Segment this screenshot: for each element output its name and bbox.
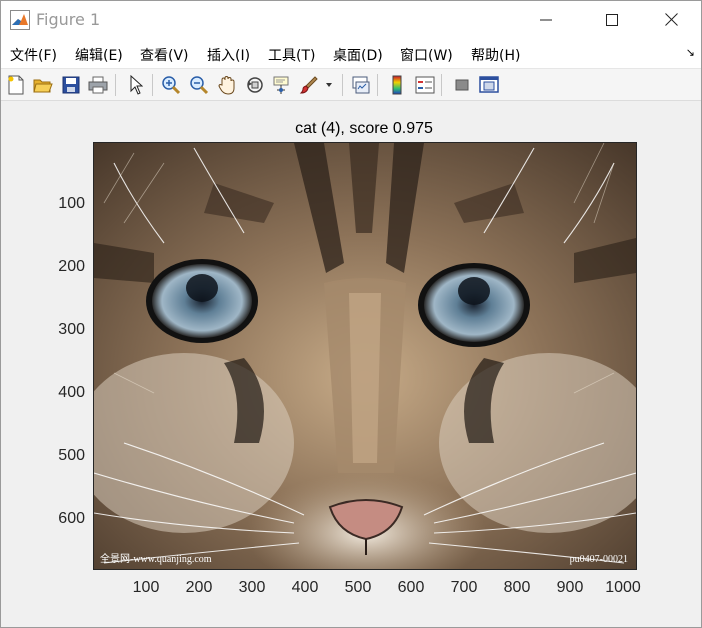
y-tick-label: 600 — [58, 510, 85, 527]
legend-button[interactable] — [413, 73, 437, 97]
close-icon — [664, 13, 678, 26]
x-tick-label: 100 — [132, 579, 160, 596]
data-cursor-button[interactable] — [271, 73, 295, 97]
y-tick-label: 100 — [58, 195, 85, 212]
brush-dropdown-button[interactable] — [323, 73, 335, 97]
x-tick-label: 800 — [503, 579, 531, 596]
x-tick-label: 600 — [397, 579, 425, 596]
x-tick-label: 1000 — [605, 579, 641, 596]
toolbar-separator — [115, 74, 116, 96]
zoom-in-icon — [162, 76, 181, 95]
figure-canvas: cat (4), score 0.975 全景网-www.quanjing.co… — [1, 101, 701, 627]
pan-button[interactable] — [215, 73, 239, 97]
y-tick-label: 500 — [58, 447, 85, 464]
show-plot-tools-button[interactable] — [477, 73, 501, 97]
close-button[interactable] — [648, 1, 694, 38]
toolbar-separator — [342, 74, 343, 96]
watermark-left: 全景网-www.quanjing.com — [100, 554, 212, 565]
pointer-button[interactable] — [124, 73, 148, 97]
y-tick-label: 300 — [58, 321, 85, 338]
colorbar-button[interactable] — [385, 73, 409, 97]
show-plot-tools-icon — [479, 76, 499, 93]
maximize-button[interactable] — [589, 1, 635, 38]
menu-view[interactable]: 查看(V) — [140, 45, 189, 65]
minimize-icon — [540, 19, 552, 20]
minimize-button[interactable] — [523, 1, 569, 38]
menu-help[interactable]: 帮助(H) — [471, 45, 520, 65]
x-tick-label: 200 — [185, 579, 213, 596]
dock-arrow-icon[interactable]: ↘ — [686, 46, 695, 59]
new-figure-button[interactable] — [4, 73, 28, 97]
image-axes[interactable]: 全景网-www.quanjing.com pu0407-00021 — [93, 142, 637, 570]
data-cursor-icon — [273, 76, 289, 94]
brush-button[interactable] — [297, 73, 321, 97]
zoom-out-icon — [190, 76, 209, 95]
new-figure-icon — [8, 75, 24, 95]
menu-edit[interactable]: 编辑(E) — [75, 45, 123, 65]
brush-dropdown-icon — [326, 83, 332, 87]
x-tick-label: 300 — [238, 579, 266, 596]
figure-window: Figure 1 文件(F) 编辑(E) 查看(V) 插入(I) 工具(T) 桌… — [0, 0, 702, 628]
link-plot-icon — [352, 76, 370, 94]
y-tick-label: 400 — [58, 384, 85, 401]
legend-icon — [415, 76, 435, 94]
toolbar-separator — [441, 74, 442, 96]
print-button[interactable] — [86, 73, 110, 97]
menu-window[interactable]: 窗口(W) — [400, 45, 453, 65]
brush-icon — [299, 76, 318, 94]
open-file-button[interactable] — [31, 73, 55, 97]
open-file-icon — [33, 79, 53, 93]
pan-icon — [218, 75, 235, 95]
matlab-logo-icon — [10, 10, 30, 30]
hide-plot-tools-icon — [455, 79, 469, 91]
menu-insert[interactable]: 插入(I) — [207, 45, 250, 65]
menu-file[interactable]: 文件(F) — [10, 45, 57, 65]
figure-toolbar — [1, 69, 701, 101]
zoom-in-button[interactable] — [159, 73, 183, 97]
rotate-3d-button[interactable] — [243, 73, 267, 97]
axes-title: cat (4), score 0.975 — [295, 120, 433, 137]
print-icon — [88, 76, 108, 94]
colorbar-icon — [392, 75, 402, 95]
watermark-right: pu0407-00021 — [569, 554, 628, 565]
x-tick-label: 700 — [450, 579, 478, 596]
menu-bar: 文件(F) 编辑(E) 查看(V) 插入(I) 工具(T) 桌面(D) 窗口(W… — [1, 38, 701, 69]
menu-desktop[interactable]: 桌面(D) — [333, 45, 383, 65]
zoom-out-button[interactable] — [187, 73, 211, 97]
link-plot-button[interactable] — [349, 73, 373, 97]
toolbar-separator — [152, 74, 153, 96]
pointer-icon — [130, 75, 143, 95]
x-tick-label: 500 — [344, 579, 372, 596]
maximize-icon — [606, 13, 618, 26]
title-bar[interactable]: Figure 1 — [1, 1, 701, 38]
cat-face-image — [94, 143, 636, 569]
x-tick-label: 900 — [556, 579, 584, 596]
save-icon — [62, 76, 80, 94]
y-tick-label: 200 — [58, 258, 85, 275]
hide-plot-tools-button[interactable] — [450, 73, 474, 97]
toolbar-separator — [377, 74, 378, 96]
x-tick-label: 400 — [291, 579, 319, 596]
window-title: Figure 1 — [36, 10, 101, 29]
rotate-3d-icon — [247, 77, 263, 93]
menu-tools[interactable]: 工具(T) — [268, 45, 315, 65]
save-button[interactable] — [59, 73, 83, 97]
